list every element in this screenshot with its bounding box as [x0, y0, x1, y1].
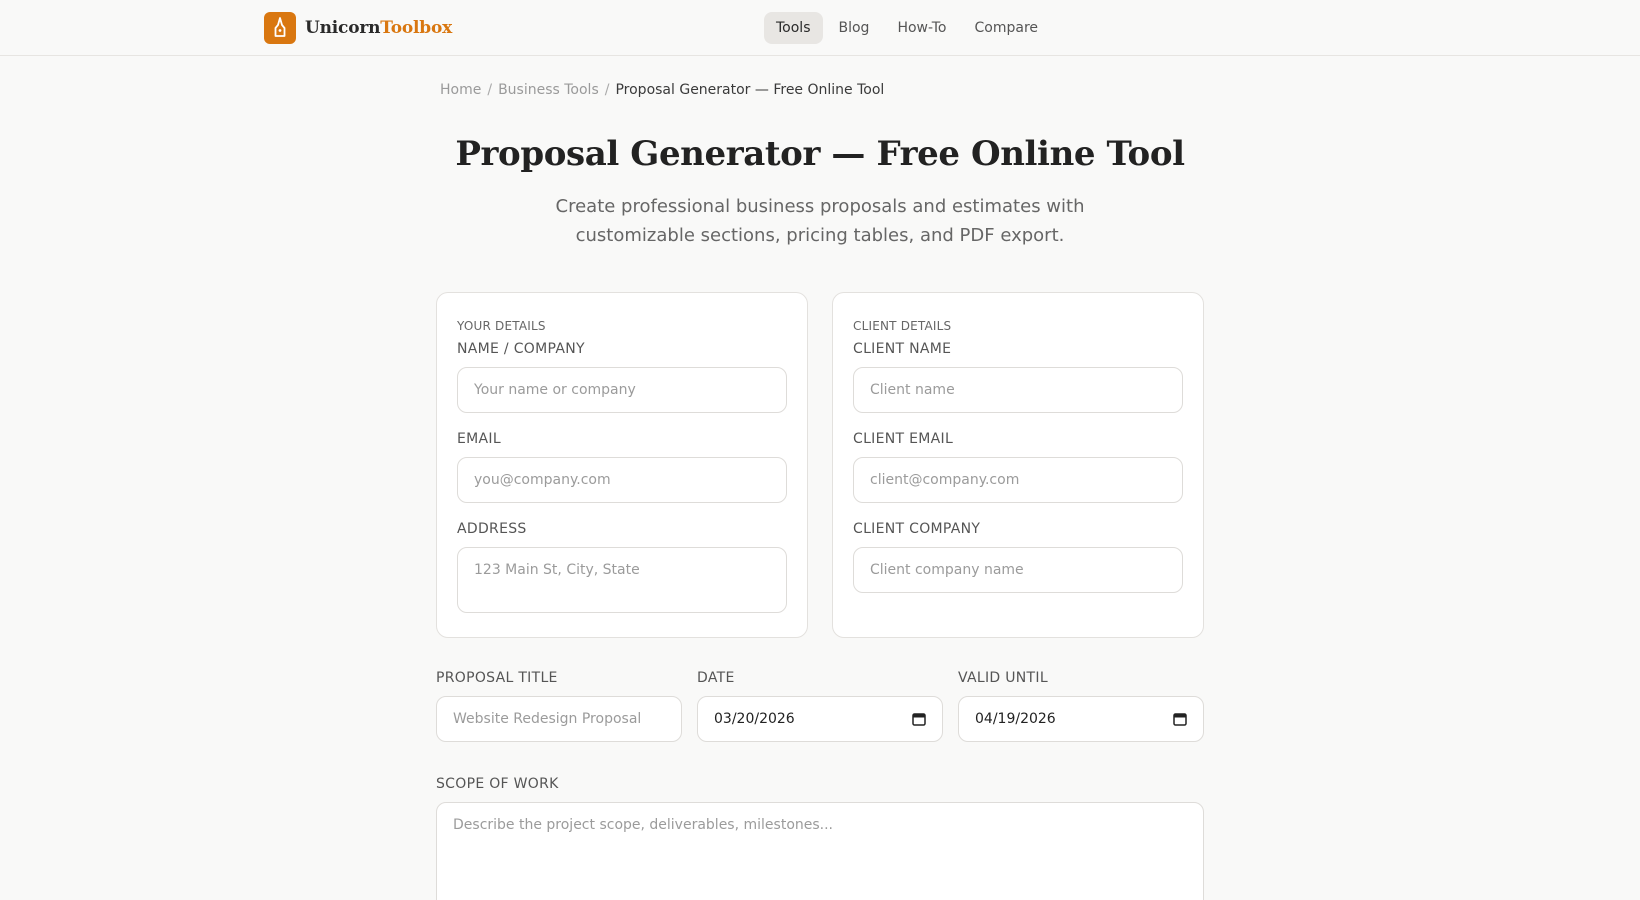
address-input[interactable]: [457, 547, 787, 613]
calendar-icon[interactable]: [912, 712, 926, 726]
brand-name: UnicornToolbox: [305, 18, 452, 38]
proposal-title-label: PROPOSAL TITLE: [436, 670, 558, 686]
nav-item-tools[interactable]: Tools: [764, 12, 823, 44]
name-company-input[interactable]: [457, 367, 787, 413]
page-title: Proposal Generator — Free Online Tool: [455, 134, 1185, 174]
proposal-meta-row: PROPOSAL TITLE DATE 03/20/2026 VALID UNT…: [436, 670, 1204, 742]
date-input[interactable]: 03/20/2026: [697, 696, 943, 742]
scope-of-work-field: SCOPE OF WORK: [436, 776, 1204, 900]
breadcrumb-home[interactable]: Home: [440, 82, 481, 98]
breadcrumb-business-tools[interactable]: Business Tools: [498, 82, 599, 98]
client-details-card: CLIENT DETAILS CLIENT NAME CLIENT EMAIL …: [832, 292, 1204, 638]
client-email-input[interactable]: [853, 457, 1183, 503]
date-value: 03/20/2026: [714, 711, 795, 727]
breadcrumb-separator: /: [487, 82, 493, 98]
name-company-label: NAME / COMPANY: [457, 341, 585, 357]
address-label: ADDRESS: [457, 521, 527, 537]
your-details-heading: YOUR DETAILS: [457, 319, 546, 333]
client-company-label: CLIENT COMPANY: [853, 521, 981, 537]
scope-of-work-input[interactable]: [436, 802, 1204, 900]
scope-of-work-label: SCOPE OF WORK: [436, 776, 559, 792]
valid-until-value: 04/19/2026: [975, 711, 1056, 727]
pen-nib-icon: [264, 12, 296, 44]
nav-item-blog[interactable]: Blog: [827, 12, 882, 44]
brand-name-part2: Toolbox: [380, 18, 453, 38]
client-company-input[interactable]: [853, 547, 1183, 593]
brand-name-part1: Unicorn: [305, 18, 381, 38]
nav-item-compare[interactable]: Compare: [963, 12, 1051, 44]
your-details-card: YOUR DETAILS NAME / COMPANY EMAIL ADDRES…: [436, 292, 808, 638]
valid-until-input[interactable]: 04/19/2026: [958, 696, 1204, 742]
valid-until-field: VALID UNTIL 04/19/2026: [958, 670, 1204, 742]
email-input[interactable]: [457, 457, 787, 503]
client-name-input[interactable]: [853, 367, 1183, 413]
breadcrumb: Home / Business Tools / Proposal Generator —…: [440, 82, 884, 98]
proposal-title-input[interactable]: [436, 696, 682, 742]
client-email-label: CLIENT EMAIL: [853, 431, 954, 447]
proposal-title-field: PROPOSAL TITLE: [436, 670, 682, 742]
nav-item-how-to[interactable]: How-To: [885, 12, 958, 44]
page-subtitle: Create professional business proposals a…: [555, 196, 1085, 246]
client-name-label: CLIENT NAME: [853, 341, 952, 357]
valid-until-label: VALID UNTIL: [958, 670, 1048, 686]
main-nav: Tools Blog How-To Compare: [764, 12, 1054, 44]
date-field: DATE 03/20/2026: [697, 670, 943, 742]
calendar-icon[interactable]: [1173, 712, 1187, 726]
email-label: EMAIL: [457, 431, 501, 447]
brand-logo[interactable]: UnicornToolbox: [264, 12, 452, 44]
top-navigation-bar: UnicornToolbox Tools Blog How-To Compare: [0, 0, 1640, 56]
breadcrumb-current: Proposal Generator — Free Online Tool: [615, 82, 885, 98]
breadcrumb-separator: /: [604, 82, 610, 98]
client-details-heading: CLIENT DETAILS: [853, 319, 952, 333]
date-label: DATE: [697, 670, 735, 686]
